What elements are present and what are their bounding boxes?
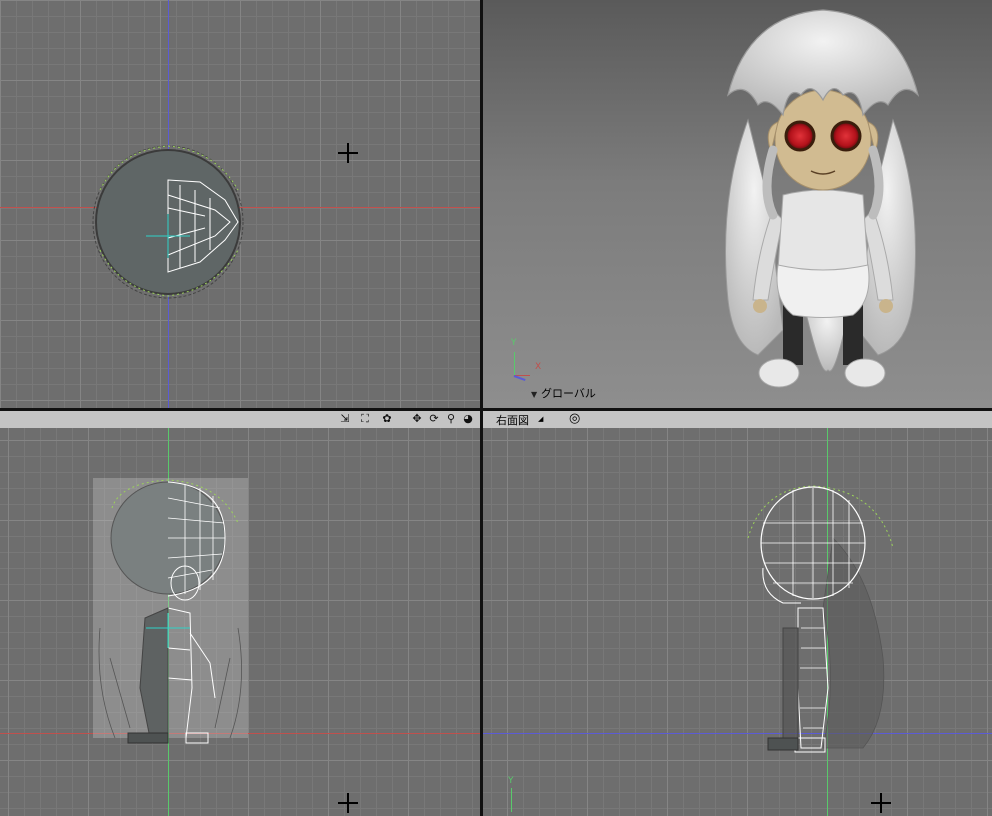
- perspective-viewport[interactable]: Y X ▼ グローバル: [483, 0, 992, 408]
- right-view-label[interactable]: 右面図: [496, 412, 529, 428]
- right-view-toolbar: 右面図 ◢ ◎: [483, 411, 992, 429]
- left-eye: [784, 120, 816, 152]
- body-wire: [800, 627, 827, 729]
- axis-y-label: Y: [508, 776, 514, 786]
- cursor-crosshair: [871, 793, 891, 813]
- foot-shaded: [767, 737, 799, 751]
- foot-shaded: [127, 732, 169, 744]
- coordinate-mode-select[interactable]: グローバル: [541, 385, 596, 401]
- chevron-down-icon[interactable]: ◢: [538, 415, 543, 423]
- pan-icon[interactable]: ✥: [410, 412, 424, 426]
- hair-front: [726, 9, 920, 117]
- foot-wire: [794, 737, 826, 753]
- front-view-toolbar: ⇲ ⛶ ✿ ✥ ⟳ ⚲ ◕: [0, 411, 480, 429]
- leg-shaded: [782, 627, 799, 739]
- top-view-wireframe: [92, 145, 244, 299]
- scale-view-icon[interactable]: ⇲: [338, 412, 352, 426]
- target-icon[interactable]: ◎: [569, 411, 580, 426]
- character-render: [725, 9, 920, 388]
- front-view-wireframe: [93, 478, 248, 744]
- fit-view-icon[interactable]: ◕: [461, 412, 475, 426]
- chevron-down-icon[interactable]: ▼: [531, 390, 537, 399]
- axis-gizmo-y: [514, 352, 515, 376]
- cursor-crosshair: [338, 793, 358, 813]
- shoe: [844, 358, 886, 388]
- hand: [879, 299, 893, 313]
- right-eye: [830, 120, 862, 152]
- gear-icon[interactable]: ✿: [380, 412, 394, 426]
- shoe: [758, 358, 800, 388]
- hair-back-wire: [822, 537, 885, 749]
- right-view-viewport[interactable]: Y: [483, 428, 992, 816]
- body-sweater: [777, 189, 869, 276]
- zoom-icon[interactable]: ⚲: [444, 412, 458, 426]
- axis-y-label: Y: [511, 338, 517, 348]
- hair-strands: [747, 485, 894, 549]
- rotate-icon[interactable]: ⟳: [427, 412, 441, 426]
- axis-x-label: X: [535, 362, 542, 372]
- hand: [753, 299, 767, 313]
- body-wire: [797, 607, 829, 749]
- right-view-wireframe: [747, 485, 894, 753]
- zoom-region-icon[interactable]: ⛶: [358, 412, 372, 426]
- top-view-viewport[interactable]: [0, 0, 480, 408]
- axis-gizmo-y: [511, 788, 512, 812]
- front-view-viewport[interactable]: [0, 428, 480, 816]
- cursor-crosshair: [338, 143, 358, 163]
- skirt: [776, 264, 870, 318]
